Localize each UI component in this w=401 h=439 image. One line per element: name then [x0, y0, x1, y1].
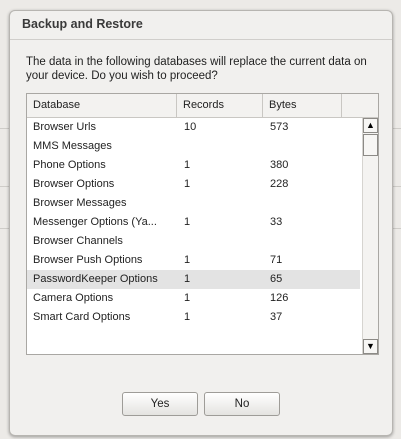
vertical-scrollbar[interactable]: ▲ ▼	[362, 118, 378, 354]
record-count: 1	[184, 292, 191, 304]
database-name: PasswordKeeper Options	[33, 273, 158, 285]
table-header: Database Records Bytes	[27, 94, 378, 118]
database-name: Browser Options	[33, 178, 115, 190]
backup-restore-dialog: Backup and Restore The data in the follo…	[9, 10, 393, 436]
database-name: Phone Options	[33, 159, 106, 171]
table-row[interactable]: Phone Options 1 380	[27, 156, 360, 175]
dialog-title: Backup and Restore	[22, 17, 143, 31]
table-row[interactable]: Smart Card Options 1 37	[27, 308, 360, 327]
dialog-titlebar: Backup and Restore	[10, 11, 392, 40]
column-header-database[interactable]: Database	[27, 94, 177, 117]
scroll-up-button[interactable]: ▲	[363, 118, 378, 133]
record-count: 1	[184, 311, 191, 323]
table-row[interactable]: Browser Channels	[27, 232, 360, 251]
byte-count: 228	[270, 178, 289, 190]
database-name: Browser Messages	[33, 197, 127, 209]
table-row[interactable]: MMS Messages	[27, 137, 360, 156]
byte-count: 37	[270, 311, 283, 323]
database-name: Browser Urls	[33, 121, 96, 133]
table-row[interactable]: Browser Urls 10 573	[27, 118, 360, 137]
record-count: 1	[184, 159, 191, 171]
byte-count: 573	[270, 121, 289, 133]
database-name: Camera Options	[33, 292, 114, 304]
record-count: 1	[184, 273, 191, 285]
scroll-thumb[interactable]	[363, 134, 378, 156]
byte-count: 126	[270, 292, 289, 304]
dialog-message: The data in the following databases will…	[26, 56, 367, 82]
scroll-down-button[interactable]: ▼	[363, 339, 378, 354]
column-header-bytes[interactable]: Bytes	[263, 94, 342, 117]
table-body: Browser Urls 10 573 MMS Messages Phone O…	[27, 118, 360, 327]
byte-count: 380	[270, 159, 289, 171]
record-count: 1	[184, 216, 191, 228]
table-row[interactable]: Messenger Options (Ya... 1 33	[27, 213, 360, 232]
table-row[interactable]: Browser Options 1 228	[27, 175, 360, 194]
record-count: 1	[184, 178, 191, 190]
database-name: Browser Channels	[33, 235, 123, 247]
database-name: Browser Push Options	[33, 254, 143, 266]
database-name: Messenger Options (Ya...	[33, 216, 157, 228]
column-header-records[interactable]: Records	[177, 94, 263, 117]
database-table: Database Records Bytes Browser Urls 10 5…	[26, 93, 379, 355]
database-name: Smart Card Options	[33, 311, 131, 323]
table-row[interactable]: Camera Options 1 126	[27, 289, 360, 308]
column-header-spacer	[342, 94, 378, 117]
table-row[interactable]: Browser Messages	[27, 194, 360, 213]
record-count: 10	[184, 121, 197, 133]
byte-count: 33	[270, 216, 283, 228]
table-row[interactable]: Browser Push Options 1 71	[27, 251, 360, 270]
table-row-selected[interactable]: PasswordKeeper Options 1 65	[27, 270, 360, 289]
database-name: MMS Messages	[33, 140, 112, 152]
record-count: 1	[184, 254, 191, 266]
byte-count: 71	[270, 254, 283, 266]
byte-count: 65	[270, 273, 283, 285]
no-button[interactable]: No	[204, 392, 280, 416]
yes-button[interactable]: Yes	[122, 392, 198, 416]
